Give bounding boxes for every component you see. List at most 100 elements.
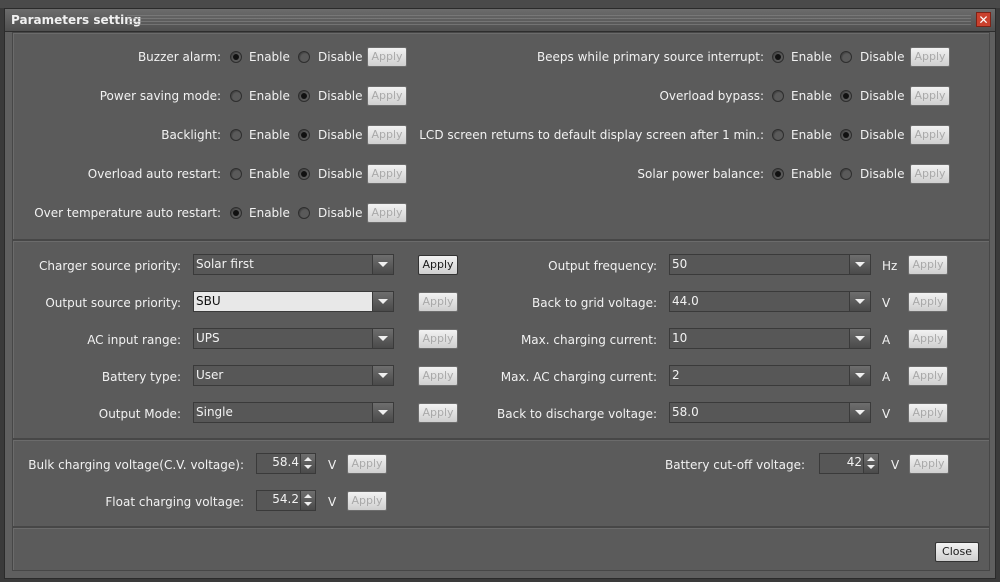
max-ac-charging-current-label: Max. AC charging current:: [500, 370, 657, 384]
ac-input-range-value: UPS: [196, 331, 220, 345]
lcd-return-enable-radio[interactable]: [772, 129, 784, 141]
charger-priority-label: Charger source priority:: [39, 259, 181, 273]
charger-priority-value: Solar first: [196, 257, 254, 271]
overload-restart-enable-radio[interactable]: [230, 168, 242, 180]
buzzer-alarm-disable-radio[interactable]: [298, 51, 310, 63]
float-voltage-apply-button[interactable]: Apply: [347, 491, 387, 511]
output-mode-select[interactable]: Single: [193, 402, 394, 423]
backlight-enable-radio[interactable]: [230, 129, 242, 141]
overload-bypass-label: Overload bypass:: [659, 89, 764, 103]
dialog-title: Parameters setting: [11, 13, 142, 27]
cutoff-voltage-apply-button[interactable]: Apply: [909, 454, 949, 474]
chevron-down-icon[interactable]: [849, 366, 870, 385]
voltage-settings-panel: Bulk charging voltage(C.V. voltage): 58.…: [12, 439, 990, 527]
chevron-down-icon[interactable]: [849, 329, 870, 348]
buzzer-alarm-disable-label: Disable: [318, 50, 363, 64]
output-frequency-select[interactable]: 50: [669, 254, 871, 275]
lcd-return-enable-label: Enable: [791, 128, 832, 142]
solar-balance-label: Solar power balance:: [637, 167, 764, 181]
battery-type-value: User: [196, 368, 224, 382]
output-priority-apply-button[interactable]: Apply: [418, 292, 458, 312]
output-frequency-apply-button[interactable]: Apply: [908, 255, 948, 275]
solar-balance-apply-button[interactable]: Apply: [910, 164, 950, 184]
over-temp-restart-apply-button[interactable]: Apply: [367, 203, 407, 223]
float-voltage-label: Float charging voltage:: [105, 495, 244, 509]
beeps-interrupt-disable-label: Disable: [860, 50, 905, 64]
chevron-down-icon[interactable]: [372, 366, 393, 385]
back-to-discharge-select[interactable]: 58.0: [669, 402, 871, 423]
ac-input-range-apply-button[interactable]: Apply: [418, 329, 458, 349]
spinner-arrows-icon[interactable]: [300, 454, 315, 473]
chevron-down-icon[interactable]: [849, 292, 870, 311]
beeps-interrupt-apply-button[interactable]: Apply: [910, 47, 950, 67]
output-mode-apply-button[interactable]: Apply: [418, 403, 458, 423]
ac-input-range-select[interactable]: UPS: [193, 328, 394, 349]
buzzer-alarm-apply-button[interactable]: Apply: [367, 47, 407, 67]
backlight-disable-radio[interactable]: [298, 129, 310, 141]
title-grip: [127, 15, 971, 25]
max-ac-charging-current-select[interactable]: 2: [669, 365, 871, 386]
max-charging-current-apply-button[interactable]: Apply: [908, 329, 948, 349]
bulk-voltage-spinner[interactable]: 58.4: [256, 453, 316, 474]
back-to-discharge-apply-button[interactable]: Apply: [908, 403, 948, 423]
over-temp-restart-enable-radio[interactable]: [230, 207, 242, 219]
overload-restart-apply-button[interactable]: Apply: [367, 164, 407, 184]
output-mode-label: Output Mode:: [98, 407, 181, 421]
backlight-apply-button[interactable]: Apply: [367, 125, 407, 145]
power-saving-apply-button[interactable]: Apply: [367, 86, 407, 106]
background-strip: [0, 0, 1000, 8]
close-icon[interactable]: ✕: [976, 12, 991, 27]
beeps-interrupt-enable-radio[interactable]: [772, 51, 784, 63]
chevron-down-icon[interactable]: [372, 255, 393, 274]
lcd-return-disable-label: Disable: [860, 128, 905, 142]
title-bar[interactable]: Parameters setting ✕: [5, 9, 995, 32]
overload-bypass-apply-button[interactable]: Apply: [910, 86, 950, 106]
over-temp-restart-disable-label: Disable: [318, 206, 363, 220]
back-to-grid-label: Back to grid voltage:: [531, 296, 657, 310]
cutoff-voltage-label: Battery cut-off voltage:: [665, 458, 805, 472]
chevron-down-icon[interactable]: [849, 255, 870, 274]
backlight-label: Backlight:: [161, 128, 221, 142]
battery-type-select[interactable]: User: [193, 365, 394, 386]
lcd-return-apply-button[interactable]: Apply: [910, 125, 950, 145]
max-ac-charging-current-unit: A: [882, 370, 891, 384]
over-temp-restart-disable-radio[interactable]: [298, 207, 310, 219]
beeps-interrupt-enable-label: Enable: [791, 50, 832, 64]
beeps-interrupt-disable-radio[interactable]: [840, 51, 852, 63]
chevron-down-icon[interactable]: [849, 403, 870, 422]
back-to-discharge-value: 58.0: [672, 405, 699, 419]
power-saving-enable-radio[interactable]: [230, 90, 242, 102]
bulk-voltage-value: 58.4: [272, 455, 299, 469]
over-temp-restart-enable-label: Enable: [249, 206, 290, 220]
max-charging-current-select[interactable]: 10: [669, 328, 871, 349]
cutoff-voltage-spinner[interactable]: 42: [819, 453, 879, 474]
output-frequency-label: Output frequency:: [548, 259, 657, 273]
overload-bypass-disable-radio[interactable]: [840, 90, 852, 102]
spinner-arrows-icon[interactable]: [863, 454, 878, 473]
float-voltage-spinner[interactable]: 54.2: [256, 490, 316, 511]
battery-type-apply-button[interactable]: Apply: [418, 366, 458, 386]
power-saving-disable-radio[interactable]: [298, 90, 310, 102]
max-ac-charging-current-apply-button[interactable]: Apply: [908, 366, 948, 386]
close-button[interactable]: Close: [935, 542, 979, 562]
chevron-down-icon[interactable]: [372, 403, 393, 422]
lcd-return-disable-radio[interactable]: [840, 129, 852, 141]
solar-balance-disable-radio[interactable]: [840, 168, 852, 180]
cutoff-voltage-unit: V: [891, 458, 900, 472]
radio-settings-panel: Buzzer alarm: Enable Disable Apply Power…: [12, 32, 990, 240]
output-priority-value: SBU: [196, 294, 221, 308]
buzzer-alarm-enable-radio[interactable]: [230, 51, 242, 63]
chevron-down-icon[interactable]: [372, 292, 393, 311]
back-to-grid-select[interactable]: 44.0: [669, 291, 871, 312]
back-to-grid-apply-button[interactable]: Apply: [908, 292, 948, 312]
charger-priority-select[interactable]: Solar first: [193, 254, 394, 275]
max-ac-charging-current-value: 2: [672, 368, 680, 382]
charger-priority-apply-button[interactable]: Apply: [418, 255, 458, 275]
bulk-voltage-apply-button[interactable]: Apply: [347, 454, 387, 474]
spinner-arrows-icon[interactable]: [300, 491, 315, 510]
chevron-down-icon[interactable]: [372, 329, 393, 348]
overload-bypass-enable-radio[interactable]: [772, 90, 784, 102]
output-priority-select[interactable]: SBU: [193, 291, 394, 312]
solar-balance-enable-radio[interactable]: [772, 168, 784, 180]
overload-restart-disable-radio[interactable]: [298, 168, 310, 180]
